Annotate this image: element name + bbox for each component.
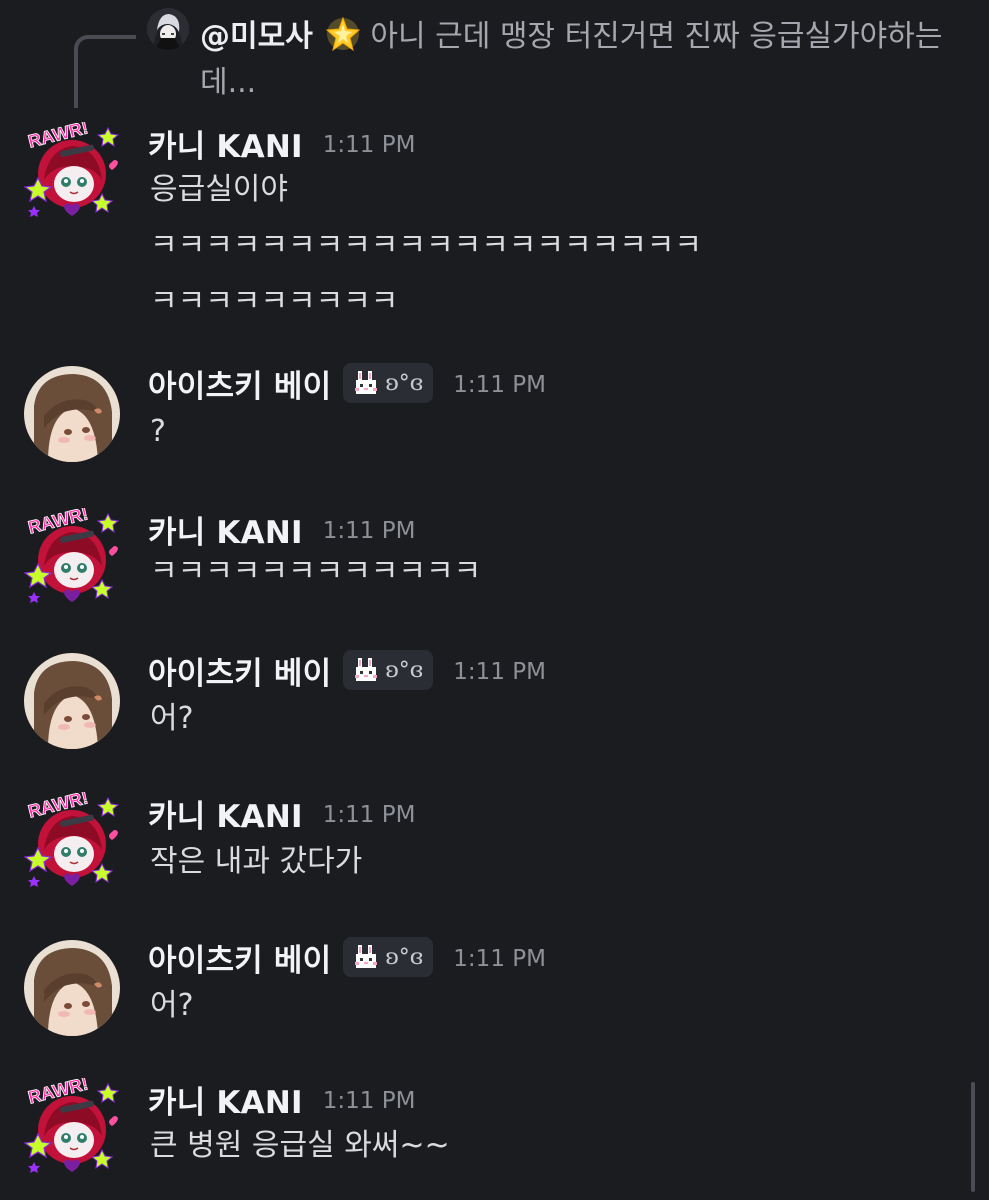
message-header: 아이츠키 베이 ʚ°ɞ 1:11 PM bbox=[148, 645, 546, 695]
message-content: 작은 내과 갔다가 bbox=[150, 834, 362, 890]
brown-hair-anime-avatar-icon bbox=[24, 940, 120, 1036]
scrollbar-thumb[interactable] bbox=[971, 1082, 975, 1192]
timestamp[interactable]: 1:11 PM bbox=[323, 132, 416, 158]
message-header: 카니 KANI 1:11 PM bbox=[148, 1074, 415, 1124]
pixel-bunny-icon bbox=[351, 655, 381, 685]
pixel-bunny-icon bbox=[351, 942, 381, 972]
message-line: 어? bbox=[150, 701, 194, 736]
message-line: ? bbox=[150, 414, 166, 449]
rawr-anime-avatar-icon bbox=[24, 792, 120, 888]
timestamp[interactable]: 1:11 PM bbox=[453, 946, 546, 972]
username[interactable]: 카니 KANI bbox=[148, 1077, 303, 1122]
timestamp[interactable]: 1:11 PM bbox=[323, 518, 416, 544]
user-tag-badge[interactable]: ʚ°ɞ bbox=[343, 937, 434, 977]
message-line: ㅋㅋㅋㅋㅋㅋㅋㅋㅋㅋㅋㅋㅋㅋㅋㅋㅋㅋㅋㅋ bbox=[150, 228, 702, 263]
message-content: 응급실이야 ㅋㅋㅋㅋㅋㅋㅋㅋㅋㅋㅋㅋㅋㅋㅋㅋㅋㅋㅋㅋ ㅋㅋㅋㅋㅋㅋㅋㅋㅋ bbox=[150, 162, 702, 330]
user-tag-text: ʚ°ɞ bbox=[385, 657, 424, 683]
timestamp[interactable]: 1:11 PM bbox=[323, 1088, 416, 1114]
avatar[interactable] bbox=[24, 940, 120, 1036]
user-tag-badge[interactable]: ʚ°ɞ bbox=[343, 650, 434, 690]
message-header: 아이츠키 베이 ʚ°ɞ 1:11 PM bbox=[148, 932, 546, 982]
message-line: ㅋㅋㅋㅋㅋㅋㅋㅋㅋ bbox=[150, 284, 399, 319]
message-content: 어? bbox=[150, 691, 194, 747]
reply-author-avatar[interactable] bbox=[147, 8, 189, 50]
glowing-star-icon bbox=[325, 16, 361, 52]
message-line: 어? bbox=[150, 988, 194, 1023]
message-line: 응급실이야 bbox=[150, 172, 288, 207]
avatar[interactable] bbox=[24, 508, 120, 604]
reply-preview[interactable]: @미모사 아니 근데 맹장 터진거면 진짜 응급실가야하는데... bbox=[200, 14, 960, 106]
avatar[interactable] bbox=[24, 1078, 120, 1174]
message-line: 큰 병원 응급실 와써~~ bbox=[150, 1128, 450, 1163]
reply-connector-line bbox=[74, 35, 136, 108]
username[interactable]: 아이츠키 베이 bbox=[148, 935, 331, 980]
rawr-anime-avatar-icon bbox=[24, 1078, 120, 1174]
username[interactable]: 아이츠키 베이 bbox=[148, 648, 331, 693]
message-content: ㅋㅋㅋㅋㅋㅋㅋㅋㅋㅋㅋㅋ bbox=[150, 544, 481, 600]
rawr-anime-avatar-icon bbox=[24, 122, 120, 218]
timestamp[interactable]: 1:11 PM bbox=[323, 802, 416, 828]
timestamp[interactable]: 1:11 PM bbox=[453, 659, 546, 685]
message-content: ? bbox=[150, 404, 166, 460]
message-header: 카니 KANI 1:11 PM bbox=[148, 118, 415, 168]
username[interactable]: 카니 KANI bbox=[148, 121, 303, 166]
message-content: 큰 병원 응급실 와써~~ bbox=[150, 1118, 450, 1174]
pixel-bunny-icon bbox=[351, 368, 381, 398]
brown-hair-anime-avatar-icon bbox=[24, 653, 120, 749]
reply-author-name[interactable]: @미모사 bbox=[200, 19, 313, 54]
timestamp[interactable]: 1:11 PM bbox=[453, 372, 546, 398]
message-header: 카니 KANI 1:11 PM bbox=[148, 788, 415, 838]
user-tag-text: ʚ°ɞ bbox=[385, 944, 424, 970]
username[interactable]: 카니 KANI bbox=[148, 791, 303, 836]
message-content: 어? bbox=[150, 978, 194, 1034]
brown-hair-anime-avatar-icon bbox=[24, 366, 120, 462]
user-tag-text: ʚ°ɞ bbox=[385, 370, 424, 396]
avatar[interactable] bbox=[24, 122, 120, 218]
avatar[interactable] bbox=[24, 366, 120, 462]
username[interactable]: 아이츠키 베이 bbox=[148, 361, 331, 406]
message-line: 작은 내과 갔다가 bbox=[150, 844, 363, 879]
mimosa-avatar-icon bbox=[147, 8, 189, 50]
user-tag-badge[interactable]: ʚ°ɞ bbox=[343, 363, 434, 403]
avatar[interactable] bbox=[24, 792, 120, 888]
message-header: 아이츠키 베이 ʚ°ɞ 1:11 PM bbox=[148, 358, 546, 408]
avatar[interactable] bbox=[24, 653, 120, 749]
rawr-anime-avatar-icon bbox=[24, 508, 120, 604]
message-line: ㅋㅋㅋㅋㅋㅋㅋㅋㅋㅋㅋㅋ bbox=[150, 554, 482, 589]
